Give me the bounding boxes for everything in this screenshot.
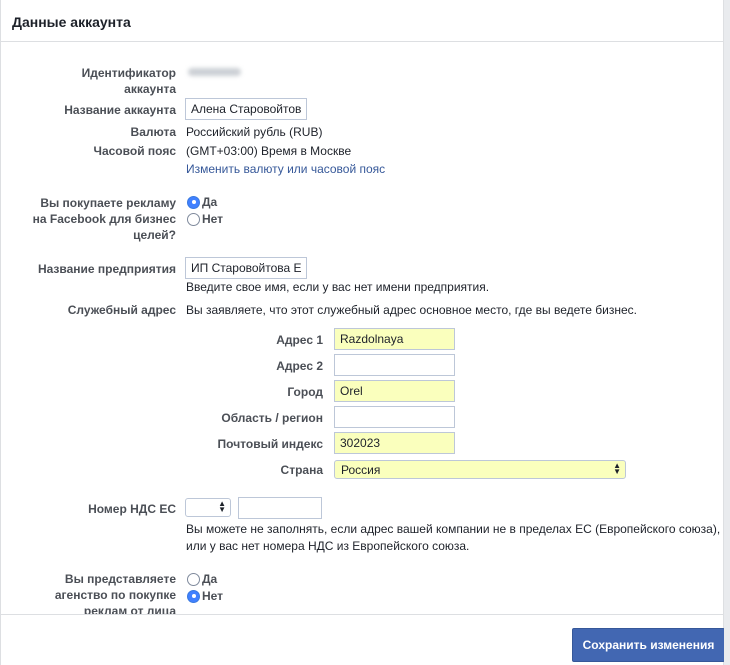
- business-use-label: Вы покупаете рекламу на Facebook для биз…: [32, 196, 176, 242]
- vat-country-select[interactable]: ▲ ▼: [185, 498, 231, 517]
- change-currency-timezone-link[interactable]: Изменить валюту или часовой пояс: [186, 161, 385, 177]
- vat-hint-line1: Вы можете не заполнять, если адрес вашей…: [186, 522, 721, 536]
- region-input[interactable]: [334, 406, 455, 428]
- account-details-panel: Данные аккаунта Идентификатор аккаунта Н…: [0, 0, 725, 665]
- company-name-input[interactable]: [185, 257, 307, 279]
- page-title: Данные аккаунта: [12, 14, 131, 30]
- city-input[interactable]: [334, 380, 455, 402]
- postal-code-label: Почтовый индекс: [217, 437, 323, 451]
- business-use-yes-option[interactable]: Да: [187, 195, 217, 209]
- select-arrows-icon: ▲ ▼: [218, 499, 226, 514]
- country-select[interactable]: Россия ▲ ▼: [334, 460, 626, 479]
- vat-label: Номер НДС ЕС: [88, 502, 176, 516]
- country-label: Страна: [280, 463, 323, 477]
- radio-yes-icon[interactable]: [187, 195, 200, 209]
- business-address-label: Служебный адрес: [67, 303, 176, 317]
- agency-label: Вы представляете агенство по покупке рек…: [54, 572, 176, 618]
- account-name-input[interactable]: [185, 98, 307, 120]
- panel-header: Данные аккаунта: [1, 0, 723, 42]
- region-label: Область / регион: [221, 411, 323, 425]
- agency-yes-option[interactable]: Да: [187, 572, 217, 586]
- vat-number-input[interactable]: [238, 497, 322, 519]
- save-changes-button[interactable]: Сохранить изменения: [572, 628, 725, 662]
- business-address-description: Вы заявляете, что этот служебный адрес о…: [186, 303, 637, 317]
- account-id-label: Идентификатор аккаунта: [81, 66, 176, 96]
- currency-label: Валюта: [130, 125, 176, 139]
- page-scrollbar[interactable]: [724, 0, 730, 665]
- company-name-hint: Введите свое имя, если у вас нет имени п…: [186, 280, 490, 294]
- panel-footer: Сохранить изменения: [1, 614, 725, 665]
- radio-yes-icon[interactable]: [187, 572, 200, 586]
- radio-yes-label: Да: [202, 195, 218, 209]
- address1-input[interactable]: [334, 328, 455, 350]
- select-arrows-icon: ▲ ▼: [613, 461, 621, 476]
- agency-no-option[interactable]: Нет: [187, 589, 223, 603]
- vat-hint-line2: или у вас нет номера НДС из Европейского…: [186, 539, 470, 553]
- currency-value: Российский рубль (RUB): [186, 125, 323, 139]
- timezone-value: (GMT+03:00) Время в Москве: [186, 144, 352, 158]
- address2-label: Адрес 2: [276, 359, 323, 373]
- address2-input[interactable]: [334, 354, 455, 376]
- business-use-no-option[interactable]: Нет: [187, 212, 223, 226]
- timezone-label: Часовой пояс: [93, 144, 176, 158]
- radio-no-label: Нет: [202, 212, 224, 226]
- city-label: Город: [287, 385, 323, 399]
- radio-no-label: Нет: [202, 589, 224, 603]
- account-id-value-blurred: [188, 68, 241, 76]
- radio-no-icon[interactable]: [187, 589, 200, 603]
- country-select-value: Россия: [341, 463, 381, 477]
- radio-no-icon[interactable]: [187, 212, 200, 226]
- address1-label: Адрес 1: [276, 333, 323, 347]
- radio-yes-label: Да: [202, 572, 218, 586]
- account-name-label: Название аккаунта: [64, 103, 176, 117]
- postal-code-input[interactable]: [334, 432, 455, 454]
- company-name-label: Название предприятия: [37, 262, 176, 276]
